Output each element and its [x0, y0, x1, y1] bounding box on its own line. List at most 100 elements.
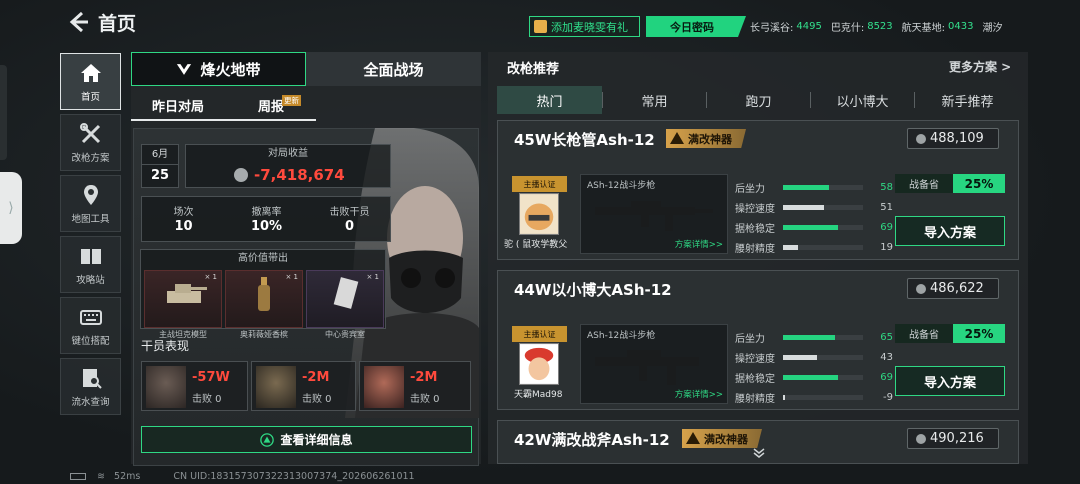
- date-day: 25: [150, 168, 170, 183]
- nav-label: 改枪方案: [71, 152, 110, 164]
- tab-fire-zone[interactable]: 烽火地带: [131, 52, 306, 86]
- subtab-yesterday[interactable]: 昨日对局: [135, 90, 221, 120]
- zone-logo-icon: [177, 63, 192, 75]
- chevron-right-icon: ⟩: [8, 200, 14, 216]
- streamer-badge: 主播认证: [512, 326, 567, 342]
- stat-label: 撤离率: [251, 207, 282, 218]
- weapon-preview[interactable]: ASh-12战斗步枪 方案详情>>: [580, 174, 728, 254]
- coin-icon: [234, 168, 248, 182]
- today-password-button[interactable]: 今日密码: [646, 16, 746, 37]
- loadout-card[interactable]: 45W长枪管Ash-12 满改神器 488,109 主播认证 驼 ( 鼠攻学教父…: [497, 120, 1019, 260]
- filter-run[interactable]: 跑刀: [707, 86, 810, 114]
- item-name: 中心贵宾室: [325, 330, 365, 339]
- nav-keybinds[interactable]: 键位搭配: [60, 297, 121, 354]
- loadout-card[interactable]: 42W满改战斧Ash-12 满改神器 490,216: [497, 420, 1019, 464]
- detail-button-label: 查看详细信息: [280, 433, 353, 447]
- member-card[interactable]: -2M 击败 0: [251, 361, 356, 411]
- loadout-tag: 满改神器: [666, 129, 746, 148]
- stat-bar: [783, 204, 863, 210]
- stat-label: 击败干员: [329, 207, 370, 218]
- ledger-search-icon: [82, 368, 102, 389]
- tab-full-battlefield[interactable]: 全面战场: [306, 52, 481, 86]
- gift-icon: [534, 20, 547, 33]
- stat-value: 58: [880, 181, 893, 193]
- nav-label: 流水查询: [71, 396, 110, 408]
- nav-home[interactable]: 首页: [60, 53, 121, 110]
- item-count: × 1: [285, 273, 298, 281]
- stat-bar: [783, 184, 863, 190]
- subtab-underline: [131, 119, 316, 121]
- chevron-down-icon[interactable]: [752, 447, 766, 459]
- nav-label: 首页: [80, 91, 100, 103]
- members-title: 干员表现: [141, 339, 190, 353]
- streamer-name: 天霸Mad98: [514, 390, 563, 400]
- home-icon: [80, 63, 101, 82]
- back-button[interactable]: [66, 9, 92, 35]
- gift-button[interactable]: 添加麦晓雯有礼: [529, 16, 640, 37]
- stat-value: 51: [880, 201, 893, 213]
- prep-saving-badge: 战备省 25%: [895, 174, 1005, 193]
- import-plan-button[interactable]: 导入方案: [895, 366, 1005, 396]
- member-kills: 击败 0: [302, 394, 332, 405]
- stat-bar: [783, 244, 863, 250]
- valuable-item[interactable]: × 1 主战坦克模型: [144, 270, 222, 339]
- loadout-price: 490,216: [907, 428, 999, 449]
- weapon-preview[interactable]: ASh-12战斗步枪 方案详情>>: [580, 324, 728, 404]
- tab-label: 烽火地带: [200, 60, 261, 79]
- stat-bar: [783, 394, 863, 400]
- member-kills: 击败 0: [192, 394, 222, 405]
- stats-box: 场次 10 撤离率 10% 击败干员 0: [141, 196, 391, 242]
- stat-bar: [783, 374, 863, 380]
- item-name: 奥莉薇娅香槟: [240, 330, 288, 339]
- prep-value: 25%: [953, 174, 1005, 193]
- map-pin-icon: [83, 184, 98, 205]
- status-bar: ≋ 52ms CN UID:18315730732231300737‪4_202…: [70, 471, 415, 482]
- weapon-stats: 后坐力 58 操控速度 51 据枪稳定 69 腰射精度 19: [735, 177, 895, 257]
- stat-label: 后坐力: [735, 183, 765, 195]
- book-icon: [80, 248, 101, 264]
- stat-value: 43: [880, 351, 893, 363]
- price-value: 488,109: [930, 131, 984, 146]
- valuable-item[interactable]: × 1 奥莉薇娅香槟: [225, 270, 303, 339]
- subtab-weekly[interactable]: 周报: [228, 90, 314, 120]
- nav-label: 地图工具: [71, 213, 110, 225]
- member-card[interactable]: -2M 击败 0: [359, 361, 471, 411]
- edge-handle: [0, 65, 7, 160]
- filter-hot[interactable]: 热门: [497, 86, 602, 114]
- side-drawer-handle[interactable]: ⟩: [0, 172, 22, 244]
- app-root: { "header":{"title":"首页","gift_button":"…: [0, 0, 1080, 484]
- plan-detail-link[interactable]: 方案详情>>: [675, 388, 723, 400]
- streamer-avatar: [519, 343, 559, 385]
- prep-saving-badge: 战备省 25%: [895, 324, 1005, 343]
- item-count: × 1: [366, 273, 379, 281]
- loadout-title: 44W以小博大ASh-12: [514, 281, 672, 299]
- gift-button-label: 添加麦晓雯有礼: [551, 20, 628, 34]
- filter-common[interactable]: 常用: [603, 86, 706, 114]
- filter-small-bet[interactable]: 以小博大: [811, 86, 914, 114]
- nav-ledger[interactable]: 流水查询: [60, 358, 121, 415]
- nav-guide[interactable]: 攻略站: [60, 236, 121, 293]
- nav-gunsmith[interactable]: 改枪方案: [60, 114, 121, 171]
- plan-detail-link[interactable]: 方案详情>>: [675, 238, 723, 250]
- stat-label: 场次: [173, 207, 194, 218]
- stat-label: 操控速度: [735, 353, 775, 365]
- stat-label: 据枪稳定: [735, 223, 775, 235]
- filter-beginner[interactable]: 新手推荐: [915, 86, 1020, 114]
- operator-avatar: [256, 366, 296, 408]
- member-card[interactable]: -57W 击败 0: [141, 361, 248, 411]
- income-label: 对局收益: [268, 148, 308, 159]
- nav-map-tools[interactable]: 地图工具: [60, 175, 121, 232]
- valuable-item[interactable]: × 1 中心贵宾室: [306, 270, 384, 339]
- member-value: -2M: [410, 370, 438, 385]
- stat-value: 10: [174, 219, 193, 234]
- import-plan-button[interactable]: 导入方案: [895, 216, 1005, 246]
- stat-label: 后坐力: [735, 333, 765, 345]
- code-value: 4495: [796, 21, 822, 32]
- streamer-badge: 主播认证: [512, 176, 567, 192]
- more-plans-link[interactable]: 更多方案 >: [949, 58, 1011, 75]
- map-codes: 长弓溪谷: 4495 巴克什: 8523 航天基地: 0433 潮汐: [750, 16, 1005, 37]
- prep-value: 25%: [953, 324, 1005, 343]
- code-value: 8523: [867, 21, 893, 32]
- view-details-button[interactable]: 查看详细信息: [141, 426, 472, 453]
- loadout-card[interactable]: 44W以小博大ASh-12 486,622 主播认证 天霸Mad98 ASh-1…: [497, 270, 1019, 410]
